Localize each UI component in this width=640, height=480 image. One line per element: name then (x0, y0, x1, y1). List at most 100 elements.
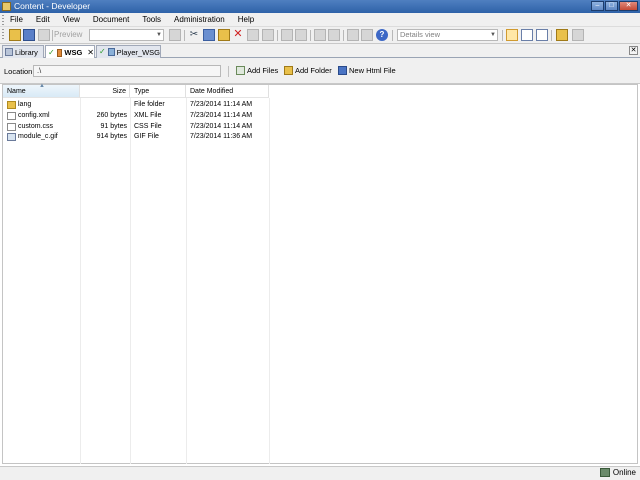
filter-icon[interactable] (361, 29, 373, 41)
toolbar-separator (52, 30, 53, 41)
toolbar-grip[interactable] (2, 29, 4, 39)
add-files-button[interactable]: Add Files (236, 66, 278, 75)
gif-file-icon (7, 133, 16, 141)
find-icon[interactable] (347, 29, 359, 41)
location-bar: Location: .\ Add Files Add Folder New Ht… (0, 58, 640, 84)
tab-player-wsg[interactable]: ✓ Player_WSG (96, 45, 161, 58)
new-html-file-button[interactable]: New Html File (338, 66, 396, 75)
menu-tools[interactable]: Tools (142, 15, 161, 25)
refresh-icon[interactable] (262, 29, 274, 41)
details-view-icon[interactable] (506, 29, 518, 41)
add-folder-button[interactable]: Add Folder (284, 66, 332, 75)
chevron-down-icon: ▼ (156, 32, 162, 38)
column-header-date[interactable]: Date Modified (186, 85, 269, 98)
add-folder-icon (284, 66, 293, 75)
file-date: 7/23/2014 11:14 AM (190, 112, 253, 119)
publish-icon[interactable] (556, 29, 568, 41)
add-folder-label: Add Folder (295, 66, 332, 75)
file-type: GIF File (134, 133, 159, 140)
location-separator (228, 66, 229, 77)
close-tab-icon[interactable]: ✕ (87, 47, 94, 58)
stop-icon[interactable] (169, 29, 181, 41)
location-input[interactable]: .\ (33, 65, 221, 77)
chevron-down-icon: ▼ (490, 32, 496, 38)
outdent-icon[interactable] (328, 29, 340, 41)
new-html-file-icon (338, 66, 347, 75)
cut-icon[interactable]: ✂ (188, 29, 200, 41)
status-text: Online (612, 468, 636, 477)
paste-icon[interactable] (218, 29, 230, 41)
tab-wsg[interactable]: ✓ WSG ✕ (45, 45, 95, 59)
preview-target-select[interactable]: ▼ (89, 29, 164, 41)
module-icon (56, 48, 63, 57)
column-header-name[interactable]: ▲ Name (3, 83, 80, 98)
maximize-button[interactable]: □ (605, 1, 618, 11)
toolbar-separator (343, 30, 344, 41)
properties-icon[interactable] (247, 29, 259, 41)
toolbar-separator (184, 30, 185, 41)
file-date: 7/23/2014 11:14 AM (190, 101, 253, 108)
menu-bar: File Edit View Document Tools Administra… (0, 13, 640, 27)
open-icon[interactable] (9, 29, 21, 41)
redo-icon[interactable] (295, 29, 307, 41)
view-mode-select[interactable]: Details view ▼ (397, 29, 498, 41)
list-view-icon[interactable] (521, 29, 533, 41)
save-icon[interactable] (23, 29, 35, 41)
library-icon (5, 48, 13, 56)
sort-ascending-icon: ▲ (39, 83, 45, 89)
indent-icon[interactable] (314, 29, 326, 41)
file-name: lang (18, 101, 32, 108)
delete-icon[interactable]: ✕ (232, 29, 244, 41)
menu-help[interactable]: Help (238, 15, 254, 25)
column-header-size[interactable]: Size (80, 85, 130, 98)
location-label: Location: (4, 67, 35, 76)
new-html-file-label: New Html File (349, 66, 396, 75)
file-date: 7/23/2014 11:36 AM (190, 133, 253, 140)
menu-edit[interactable]: Edit (36, 15, 50, 25)
undo-icon[interactable] (281, 29, 293, 41)
network-icon (599, 468, 610, 477)
toolbar-separator (502, 30, 503, 41)
menu-administration[interactable]: Administration (174, 15, 225, 25)
preview-button[interactable]: Preview (54, 30, 82, 39)
list-item[interactable]: module_c.gif 914 bytes GIF File 7/23/201… (3, 132, 269, 142)
toolbar-separator (551, 30, 552, 41)
menu-document[interactable]: Document (93, 15, 129, 25)
css-file-icon (7, 123, 16, 131)
title-bar: Content - Developer – □ ✕ (0, 0, 640, 13)
list-item[interactable]: config.xml 260 bytes XML File 7/23/2014 … (3, 111, 269, 121)
menu-view[interactable]: View (63, 15, 80, 25)
list-item[interactable]: custom.css 91 bytes CSS File 7/23/2014 1… (3, 122, 269, 132)
app-icon (2, 2, 11, 11)
copy-icon[interactable] (203, 29, 215, 41)
columns-view-icon[interactable] (536, 29, 548, 41)
list-item[interactable]: lang File folder 7/23/2014 11:14 AM (3, 100, 269, 110)
add-files-label: Add Files (247, 66, 279, 75)
toolbar: Preview ▼ ✂ ✕ ? Details view ▼ (0, 27, 640, 44)
tab-label: Library (15, 47, 38, 57)
toolbar-separator (277, 30, 278, 41)
file-size: 91 bytes (100, 123, 127, 130)
menu-grip[interactable] (2, 15, 4, 25)
view-mode-value: Details view (400, 30, 441, 39)
check-icon: ✓ (48, 47, 55, 57)
file-name: custom.css (18, 123, 54, 130)
menu-file[interactable]: File (10, 15, 23, 25)
tab-library[interactable]: Library (2, 45, 44, 58)
file-type: CSS File (134, 123, 162, 130)
close-window-button[interactable]: ✕ (619, 1, 638, 11)
close-document-icon[interactable]: ✕ (629, 46, 638, 55)
column-header-type[interactable]: Type (130, 85, 186, 98)
file-type: File folder (134, 101, 165, 108)
sync-icon[interactable] (572, 29, 584, 41)
file-name: module_c.gif (18, 133, 58, 140)
minimize-button[interactable]: – (591, 1, 604, 11)
xml-file-icon (7, 112, 16, 120)
toolbar-separator (310, 30, 311, 41)
print-icon[interactable] (38, 29, 50, 41)
add-files-icon (236, 66, 245, 75)
player-icon (107, 48, 115, 56)
toolbar-separator (392, 30, 393, 41)
help-icon[interactable]: ? (376, 29, 388, 41)
folder-icon (7, 101, 16, 109)
